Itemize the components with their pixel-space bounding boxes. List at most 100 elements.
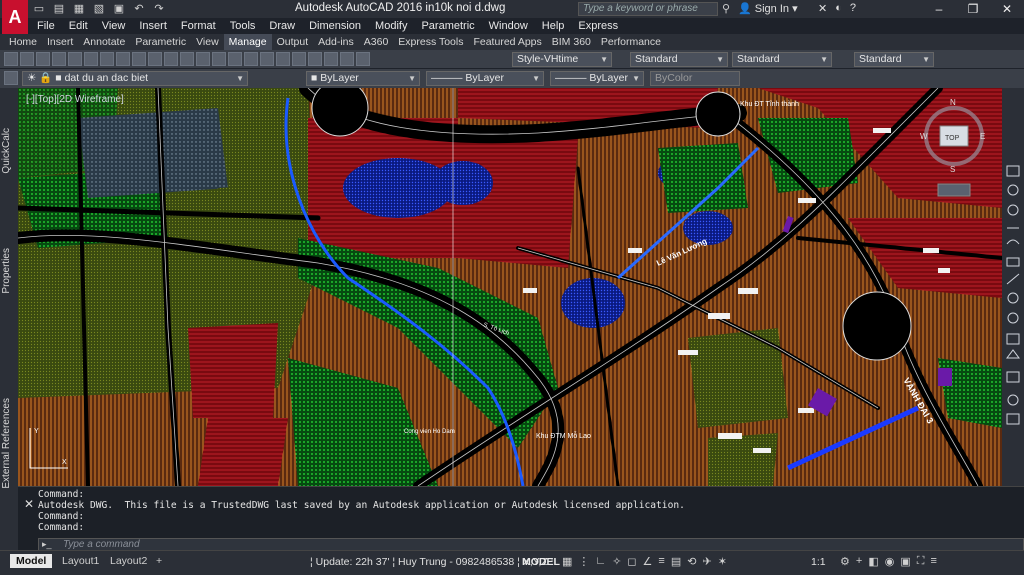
properties-palette-tab[interactable]: Properties [1, 248, 12, 294]
osnap-icon[interactable]: ◻ [627, 555, 636, 568]
menu-view[interactable]: View [95, 18, 133, 34]
layer-select[interactable]: ☀ 🔒 ■ dat du an dac biet ▼ [22, 71, 248, 86]
annovis-icon[interactable]: ✶ [718, 555, 727, 568]
customize-icon[interactable]: ≡ [930, 555, 936, 568]
tab-home[interactable]: Home [4, 34, 42, 50]
tab-annotate[interactable]: Annotate [78, 34, 130, 50]
print-icon[interactable] [52, 52, 66, 66]
selection-cycle-icon[interactable]: ⟲ [687, 555, 696, 568]
mleader-style-select[interactable]: Standard ▼ [854, 52, 934, 67]
menu-format[interactable]: Format [174, 18, 223, 34]
otrack-icon[interactable]: ∠ [643, 555, 653, 568]
viewport-controls[interactable]: [-][Top][2D Wireframe] [26, 94, 124, 105]
tab-parametric[interactable]: Parametric [130, 34, 191, 50]
sheetset-icon[interactable] [324, 52, 338, 66]
menu-insert[interactable]: Insert [132, 18, 174, 34]
tab-layout1[interactable]: Layout1 [56, 554, 105, 568]
command-prompt-icon[interactable]: ▸_ [42, 539, 52, 550]
redo-icon[interactable]: ↷ [152, 2, 166, 16]
menu-modify[interactable]: Modify [368, 18, 414, 34]
design-center-icon[interactable] [292, 52, 306, 66]
undo-icon[interactable]: ↶ [132, 2, 146, 16]
command-window-close-icon[interactable]: ✕ [24, 497, 34, 511]
hardware-accel-icon[interactable]: ▣ [900, 555, 910, 568]
help-icon[interactable]: ? [850, 2, 856, 15]
tab-layout2[interactable]: Layout2 [104, 554, 153, 568]
publish-icon[interactable] [84, 52, 98, 66]
plus-icon[interactable]: + [856, 555, 862, 568]
preview-icon[interactable] [68, 52, 82, 66]
save-icon[interactable] [36, 52, 50, 66]
copy-icon[interactable] [116, 52, 130, 66]
app-menu-button[interactable]: A [2, 0, 28, 34]
menu-draw[interactable]: Draw [262, 18, 302, 34]
properties-icon[interactable] [276, 52, 290, 66]
snap-icon[interactable]: ⋮ [578, 555, 589, 568]
workspace-icon[interactable]: ◧ [868, 555, 878, 568]
lineweight-select[interactable]: ——— ByLayer ▼ [550, 71, 644, 86]
pan-icon[interactable] [212, 52, 226, 66]
ortho-icon[interactable]: ∟ [595, 555, 606, 568]
tab-express-tools[interactable]: Express Tools [393, 34, 468, 50]
open-icon[interactable] [20, 52, 34, 66]
annotation-scale[interactable]: 1:1 [811, 556, 826, 568]
menu-help[interactable]: Help [535, 18, 572, 34]
search-input[interactable]: Type a keyword or phrase [578, 2, 718, 16]
grid-icon[interactable]: ▦ [562, 555, 572, 568]
tab-insert[interactable]: Insert [42, 34, 78, 50]
gear-icon[interactable]: ⚙ [840, 555, 850, 568]
close-icon[interactable]: ✕ [990, 0, 1024, 18]
tab-output[interactable]: Output [272, 34, 314, 50]
menu-edit[interactable]: Edit [62, 18, 95, 34]
menu-file[interactable]: File [30, 18, 62, 34]
zoom-icon[interactable] [228, 52, 242, 66]
menu-express[interactable]: Express [571, 18, 625, 34]
cut-icon[interactable] [100, 52, 114, 66]
undo-icon[interactable] [180, 52, 194, 66]
lineweight-icon[interactable]: ≡ [658, 555, 664, 568]
plot-icon[interactable]: ▣ [112, 2, 126, 16]
sign-in-link[interactable]: 👤 Sign In ▾ [738, 2, 798, 15]
menu-parametric[interactable]: Parametric [414, 18, 481, 34]
block-icon[interactable] [164, 52, 178, 66]
a360-icon[interactable]: ◐ [835, 2, 842, 15]
zoom-prev-icon[interactable] [260, 52, 274, 66]
minimize-icon[interactable]: – [922, 0, 956, 18]
dim-style-select[interactable]: Standard ▼ [630, 52, 728, 67]
text-style-select[interactable]: Style-VHtime ▼ [512, 52, 612, 67]
quickcalc-palette-tab[interactable]: QuickCalc [1, 128, 12, 174]
saveas-icon[interactable]: ▧ [92, 2, 106, 16]
tab-performance[interactable]: Performance [596, 34, 666, 50]
search-icon[interactable]: ⚲ [722, 2, 730, 15]
tab-model[interactable]: Model [10, 554, 53, 568]
markup-icon[interactable] [340, 52, 354, 66]
isolate-icon[interactable]: ◉ [885, 555, 895, 568]
menu-dimension[interactable]: Dimension [302, 18, 368, 34]
polar-icon[interactable]: ✧ [612, 555, 621, 568]
tool-palette-icon[interactable] [308, 52, 322, 66]
annotation-icon[interactable]: ✈ [702, 555, 711, 568]
drawing-canvas[interactable]: Khu ĐT Tĩnh thành Lê Văn Lương VÀNH ĐAI … [18, 88, 1002, 486]
new-icon[interactable]: ▭ [32, 2, 46, 16]
exchange-icon[interactable]: ✕ [818, 2, 827, 15]
tab-a360[interactable]: A360 [359, 34, 394, 50]
redo-icon[interactable] [196, 52, 210, 66]
tab-featured-apps[interactable]: Featured Apps [468, 34, 546, 50]
tab-addins[interactable]: Add-ins [313, 34, 359, 50]
matchprop-icon[interactable] [148, 52, 162, 66]
zoom-window-icon[interactable] [244, 52, 258, 66]
calc-icon[interactable] [356, 52, 370, 66]
paste-icon[interactable] [132, 52, 146, 66]
maximize-icon[interactable]: ❐ [956, 0, 990, 18]
menu-window[interactable]: Window [482, 18, 535, 34]
linetype-select[interactable]: ——— ByLayer ▼ [426, 71, 544, 86]
open-icon[interactable]: ▤ [52, 2, 66, 16]
layer-props-icon[interactable] [4, 71, 18, 85]
qnew-icon[interactable] [4, 52, 18, 66]
menu-tools[interactable]: Tools [223, 18, 263, 34]
color-select[interactable]: ■ ByLayer ▼ [306, 71, 420, 86]
tab-bim360[interactable]: BIM 360 [547, 34, 596, 50]
add-layout-icon[interactable]: + [150, 554, 168, 568]
tab-view[interactable]: View [191, 34, 224, 50]
table-style-select[interactable]: Standard ▼ [732, 52, 832, 67]
